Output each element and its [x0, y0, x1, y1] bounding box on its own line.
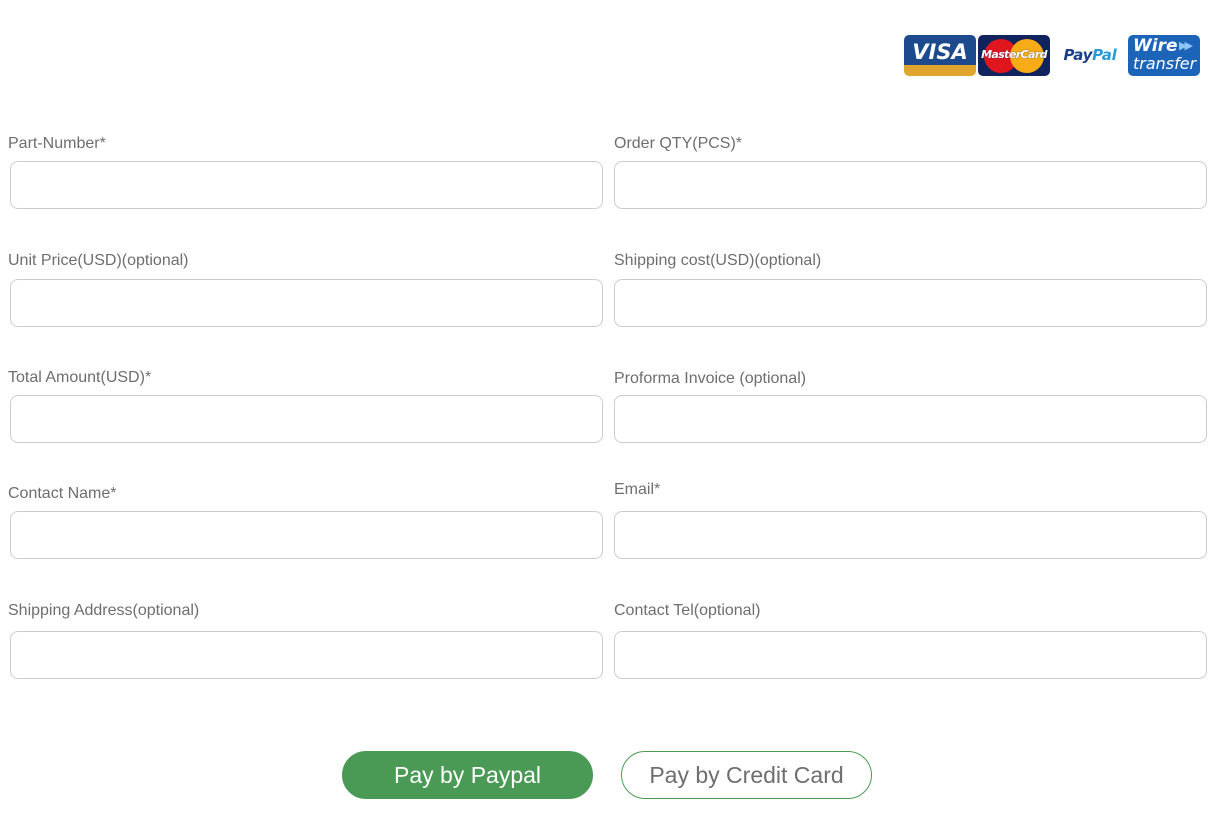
proforma-invoice-label: Proforma Invoice (optional) — [614, 370, 807, 387]
payment-logos: VISA MasterCard PayPal Wire ▶▶ transfer — [904, 35, 1200, 76]
wire-logo-line1: Wire — [1133, 36, 1178, 56]
total-amount-input[interactable] — [10, 395, 603, 443]
part-number-label: Part-Number* — [8, 135, 106, 152]
unit-price-label: Unit Price(USD)(optional) — [8, 252, 189, 269]
paypal-logo-pal: Pal — [1092, 46, 1117, 64]
pay-by-paypal-button[interactable]: Pay by Paypal — [342, 751, 593, 799]
visa-logo-text: VISA — [912, 40, 968, 64]
order-qty-input[interactable] — [614, 161, 1207, 209]
visa-logo: VISA — [904, 35, 976, 76]
paypal-logo-pay: Pay — [1063, 46, 1093, 64]
mastercard-logo: MasterCard — [978, 35, 1050, 76]
shipping-address-input[interactable] — [10, 631, 603, 679]
contact-name-label: Contact Name* — [8, 485, 117, 502]
double-arrow-icon: ▶▶ — [1179, 40, 1193, 52]
contact-tel-input[interactable] — [614, 631, 1207, 679]
paypal-logo: PayPal — [1054, 35, 1126, 76]
shipping-address-label: Shipping Address(optional) — [8, 602, 200, 619]
wire-logo-line2: transfer — [1133, 54, 1197, 73]
order-qty-label: Order QTY(PCS)* — [614, 135, 743, 152]
proforma-invoice-input[interactable] — [614, 395, 1207, 443]
unit-price-input[interactable] — [10, 279, 603, 327]
wire-transfer-logo: Wire ▶▶ transfer — [1128, 35, 1200, 76]
contact-tel-label: Contact Tel(optional) — [614, 602, 761, 619]
email-input[interactable] — [614, 511, 1207, 559]
mastercard-logo-text: MasterCard — [981, 48, 1047, 61]
part-number-input[interactable] — [10, 161, 603, 209]
email-label: Email* — [614, 481, 661, 498]
total-amount-label: Total Amount(USD)* — [8, 369, 152, 386]
shipping-cost-label: Shipping cost(USD)(optional) — [614, 252, 822, 269]
contact-name-input[interactable] — [10, 511, 603, 559]
shipping-cost-input[interactable] — [614, 279, 1207, 327]
pay-by-credit-card-button[interactable]: Pay by Credit Card — [621, 751, 872, 799]
